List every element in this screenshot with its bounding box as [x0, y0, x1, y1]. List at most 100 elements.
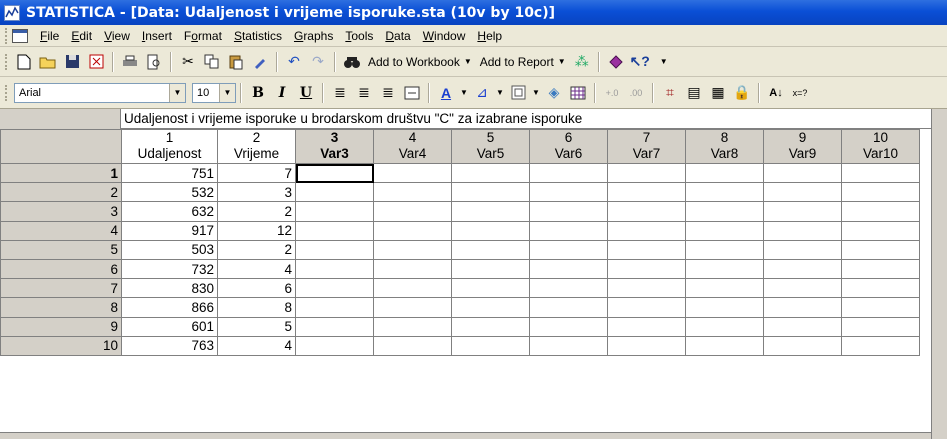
column-header-6[interactable]: 6 Var6 — [529, 129, 608, 164]
undo-icon[interactable]: ↶ — [283, 51, 305, 73]
menu-help[interactable]: Help — [471, 27, 508, 45]
column-header-10[interactable]: 10 Var10 — [841, 129, 920, 164]
cell-var3-selected[interactable] — [295, 162, 374, 184]
row-header[interactable]: 1 — [0, 162, 122, 184]
cell-empty[interactable] — [373, 335, 452, 356]
increase-decimal-icon[interactable]: +.0 — [601, 82, 623, 104]
toolbar-grip[interactable] — [5, 53, 9, 70]
cell-empty[interactable] — [529, 335, 608, 356]
column-header-1[interactable]: 1 Udaljenost — [121, 129, 218, 164]
cell-empty[interactable] — [373, 182, 452, 203]
menu-format[interactable]: Format — [178, 27, 228, 45]
column-header-4[interactable]: 4 Var4 — [373, 129, 452, 164]
cell-empty[interactable] — [685, 297, 764, 318]
new-file-icon[interactable] — [13, 51, 35, 73]
cell-empty[interactable] — [373, 278, 452, 299]
cell-empty[interactable] — [451, 297, 530, 318]
cell-empty[interactable] — [607, 258, 686, 280]
toolbar-grip[interactable] — [5, 84, 9, 101]
help-book-icon[interactable] — [605, 51, 627, 73]
cell-empty[interactable] — [295, 220, 374, 241]
spreadsheet-specs-icon[interactable]: ▦ — [707, 82, 729, 104]
cell-empty[interactable] — [763, 335, 842, 356]
cell-empty[interactable] — [685, 278, 764, 299]
cell-vrijeme[interactable]: 2 — [217, 239, 296, 260]
corner-header[interactable] — [0, 129, 122, 164]
cell-empty[interactable] — [295, 316, 374, 337]
row-header[interactable]: 10 — [0, 335, 122, 356]
fill-color-icon[interactable]: ⊿ — [471, 82, 493, 104]
cell-empty[interactable] — [373, 316, 452, 337]
cell-vrijeme[interactable]: 4 — [217, 335, 296, 356]
cell-empty[interactable] — [685, 201, 764, 222]
spreadsheet-title[interactable]: Udaljenost i vrijeme isporuke u brodarsk… — [121, 109, 931, 129]
cell-empty[interactable] — [841, 201, 920, 222]
cell-empty[interactable] — [607, 335, 686, 356]
cell-empty[interactable] — [529, 182, 608, 203]
cell-empty[interactable] — [451, 182, 530, 203]
align-center-icon[interactable]: ≣ — [353, 82, 375, 104]
cell-empty[interactable] — [763, 182, 842, 203]
cell-empty[interactable] — [841, 335, 920, 356]
horizontal-scrollbar[interactable] — [0, 432, 931, 439]
cell-vrijeme[interactable]: 6 — [217, 278, 296, 299]
cell-empty[interactable] — [841, 162, 920, 184]
cell-vrijeme[interactable]: 12 — [217, 220, 296, 241]
chevron-down-icon[interactable]: ▼ — [169, 83, 185, 102]
cell-empty[interactable] — [529, 220, 608, 241]
cell-empty[interactable] — [763, 220, 842, 241]
menu-tools[interactable]: Tools — [339, 27, 379, 45]
row-header[interactable]: 6 — [0, 258, 122, 280]
cases-specs-icon[interactable]: ▤ — [683, 82, 705, 104]
cell-empty[interactable] — [529, 278, 608, 299]
cell-vrijeme[interactable]: 4 — [217, 258, 296, 280]
cell-udaljenost[interactable]: 866 — [121, 297, 218, 318]
menu-data[interactable]: Data — [379, 27, 416, 45]
marker-tag-icon[interactable]: ◈ — [543, 82, 565, 104]
cell-empty[interactable] — [451, 162, 530, 184]
cell-empty[interactable] — [841, 239, 920, 260]
cell-empty[interactable] — [529, 316, 608, 337]
cell-vrijeme[interactable]: 5 — [217, 316, 296, 337]
cell-udaljenost[interactable]: 532 — [121, 182, 218, 203]
menu-insert[interactable]: Insert — [136, 27, 178, 45]
cell-empty[interactable] — [685, 162, 764, 184]
statistica-app-icon[interactable] — [4, 4, 20, 21]
cell-empty[interactable] — [373, 220, 452, 241]
cell-udaljenost[interactable]: 732 — [121, 258, 218, 280]
sort-ascending-icon[interactable]: A↓ — [765, 82, 787, 104]
column-header-9[interactable]: 9 Var9 — [763, 129, 842, 164]
cell-empty[interactable] — [763, 297, 842, 318]
cell-empty[interactable] — [373, 258, 452, 280]
underline-icon[interactable]: U — [295, 82, 317, 104]
variables-specs-icon[interactable]: ⌗ — [659, 82, 681, 104]
lock-icon[interactable]: 🔒 — [731, 82, 753, 104]
row-header[interactable]: 3 — [0, 201, 122, 222]
cell-empty[interactable] — [763, 239, 842, 260]
cell-empty[interactable] — [841, 182, 920, 203]
cell-vrijeme[interactable]: 7 — [217, 162, 296, 184]
italic-icon[interactable]: I — [271, 82, 293, 104]
macro-icon[interactable]: ⁂ — [571, 51, 593, 73]
save-disk-icon[interactable] — [61, 51, 83, 73]
cell-empty[interactable] — [607, 182, 686, 203]
cell-empty[interactable] — [841, 258, 920, 280]
cell-empty[interactable] — [763, 258, 842, 280]
cell-empty[interactable] — [295, 239, 374, 260]
bold-icon[interactable]: B — [247, 82, 269, 104]
cell-empty[interactable] — [607, 220, 686, 241]
paste-icon[interactable] — [225, 51, 247, 73]
document-window-icon[interactable] — [12, 28, 28, 43]
grid-pattern-icon[interactable] — [567, 82, 589, 104]
row-header[interactable]: 7 — [0, 278, 122, 299]
borders-icon[interactable] — [507, 82, 529, 104]
column-header-2[interactable]: 2 Vrijeme — [217, 129, 296, 164]
menu-edit[interactable]: Edit — [65, 27, 98, 45]
menu-statistics[interactable]: Statistics — [228, 27, 288, 45]
cell-empty[interactable] — [451, 258, 530, 280]
add-to-report-button[interactable]: Add to Report ▼ — [476, 55, 570, 69]
cell-empty[interactable] — [373, 162, 452, 184]
cell-empty[interactable] — [451, 220, 530, 241]
cell-empty[interactable] — [373, 201, 452, 222]
cell-empty[interactable] — [685, 316, 764, 337]
